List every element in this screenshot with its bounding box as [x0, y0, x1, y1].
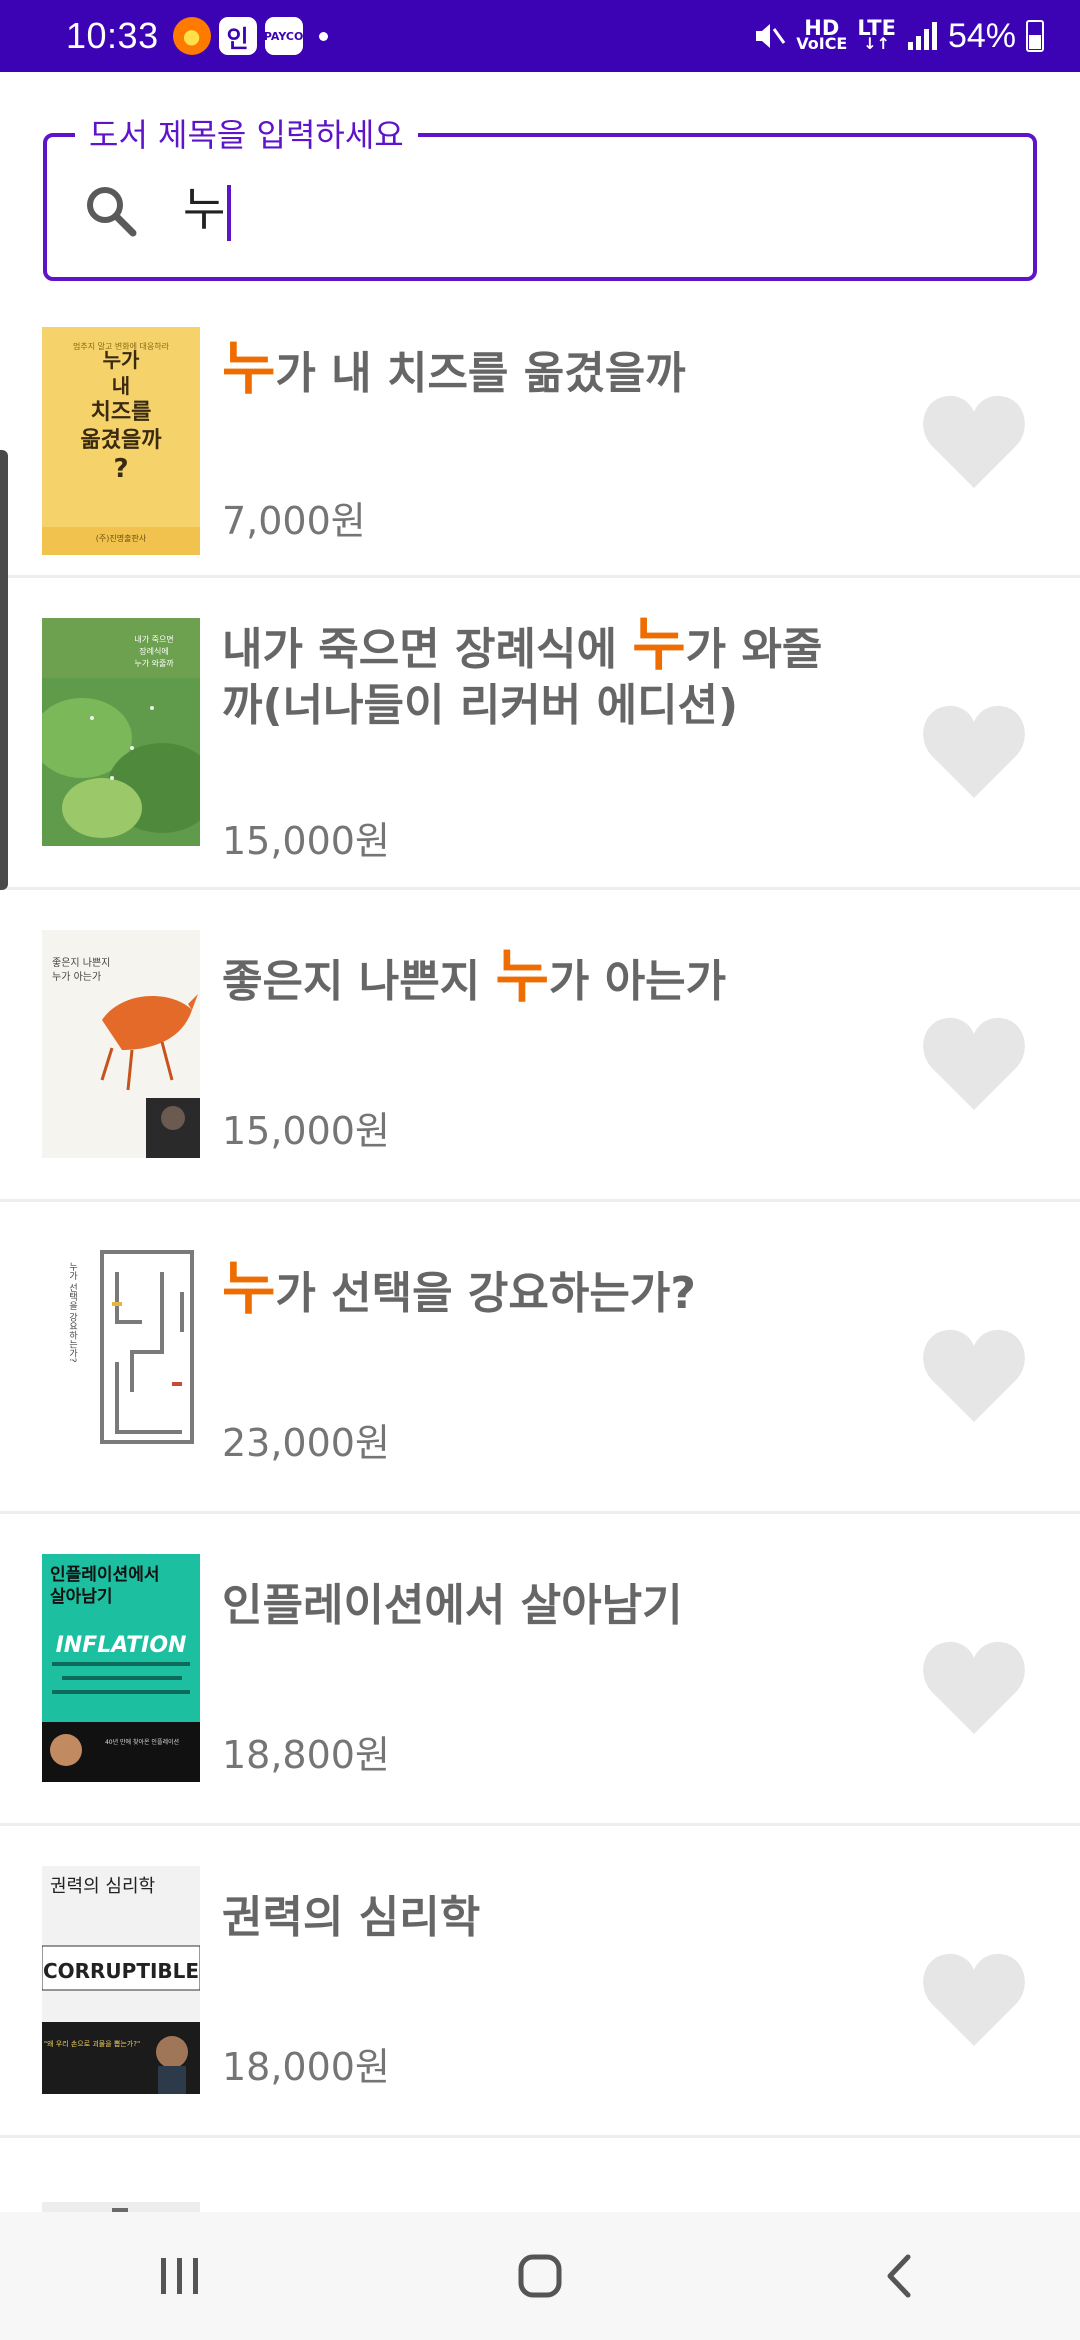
book-list: 멈추지 말고 변화에 대응하라 누가 내 치즈를 옮겼을까 ? (주)진명출판사… — [0, 310, 1080, 2258]
book-cover-art: 멈추지 말고 변화에 대응하라 누가 내 치즈를 옮겼을까 ? (주)진명출판사 — [42, 327, 200, 555]
book-title-highlight: 누 — [632, 610, 686, 678]
book-cover: 멈추지 말고 변화에 대응하라 누가 내 치즈를 옮겼을까 ? (주)진명출판사 — [42, 327, 200, 555]
edge-panel-handle[interactable] — [0, 450, 8, 890]
navigation-bar — [0, 2212, 1080, 2340]
book-title: 인플레이션에서 살아남기 — [222, 1572, 862, 1634]
search-icon — [87, 187, 137, 237]
book-price: 15,000원 — [222, 1109, 390, 1153]
book-title-text: 내가 죽으면 장례식에 — [222, 624, 633, 675]
status-indicators: HD VoICE LTE ↓↑ 54% — [752, 17, 1044, 56]
svg-text:내가 죽으면: 내가 죽으면 — [134, 634, 173, 644]
signal-icon — [907, 22, 937, 50]
book-title: 누가 내 치즈를 옮겼을까 — [222, 339, 862, 402]
svg-text:누가 와줄까: 누가 와줄까 — [134, 658, 174, 668]
svg-text:(주)진명출판사: (주)진명출판사 — [96, 533, 147, 543]
book-title-text: 인플레이션에서 살아남기 — [222, 1580, 683, 1631]
payco-app-icon: PAYCO — [264, 17, 303, 55]
svg-text:"왜 우리 손으로 괴물을 뽑는가?": "왜 우리 손으로 괴물을 뽑는가?" — [44, 2039, 140, 2048]
book-list-item[interactable]: 멈추지 말고 변화에 대응하라 누가 내 치즈를 옮겼을까 ? (주)진명출판사… — [0, 310, 1080, 578]
book-cover-art: 누가 선택을 강요하는가? — [42, 1242, 200, 1470]
book-title-text: 권력의 심리학 — [222, 1892, 481, 1943]
book-title: 누가 선택을 강요하는가? — [222, 1259, 862, 1322]
heart-icon[interactable] — [918, 1326, 1030, 1426]
search-input-value: 누 — [183, 182, 226, 236]
back-button[interactable] — [855, 2231, 945, 2321]
svg-text:?: ? — [113, 454, 128, 484]
search-field[interactable]: 도서 제목을 입력하세요 누 — [43, 113, 1037, 281]
svg-text:누가 아는가: 누가 아는가 — [52, 971, 101, 983]
book-cover: 권력의 심리학 CORRUPTIBLE "왜 우리 손으로 괴물을 뽑는가?" — [42, 1866, 200, 2094]
inn-app-icon: 인 — [218, 17, 257, 55]
search-input[interactable]: 누 — [183, 177, 232, 241]
book-price: 15,000원 — [222, 819, 390, 863]
book-title-text: 가 아는가 — [548, 956, 727, 1007]
back-icon — [887, 2254, 911, 2298]
recents-button[interactable] — [135, 2231, 225, 2321]
book-cover: 인플레이션에서 살아남기 INFLATION 40년 만에 찾아온 인플레이션 — [42, 1554, 200, 1782]
hd-voice-indicator: HD VoICE — [796, 18, 848, 53]
lte-indicator: LTE ↓↑ — [857, 18, 896, 53]
book-cover-art: 내가 죽으면 장례식에 누가 와줄까 — [42, 618, 200, 846]
svg-text:내: 내 — [112, 374, 130, 398]
status-time: 10:33 — [66, 15, 159, 56]
heart-icon[interactable] — [918, 1014, 1030, 1114]
notification-app-icon: ● — [172, 17, 211, 55]
book-title-text: 가 선택을 강요하는가? — [275, 1268, 696, 1319]
book-cover-art: 인플레이션에서 살아남기 INFLATION 40년 만에 찾아온 인플레이션 — [42, 1554, 200, 1782]
heart-icon[interactable] — [918, 1950, 1030, 2050]
heart-icon[interactable] — [918, 392, 1030, 492]
svg-text:장례식에: 장례식에 — [139, 646, 168, 656]
svg-text:좋은지 나쁜지: 좋은지 나쁜지 — [52, 957, 110, 969]
book-title-text: 좋은지 나쁜지 — [222, 956, 496, 1007]
recents-icon — [161, 2258, 198, 2294]
book-cover-art: 좋은지 나쁜지 누가 아는가 — [42, 930, 200, 1158]
book-title-highlight: 누 — [222, 334, 276, 402]
battery-icon — [1026, 20, 1044, 52]
text-caret — [227, 184, 232, 241]
book-title-text: 가 내 치즈를 옮겼을까 — [275, 348, 686, 399]
book-cover: 좋은지 나쁜지 누가 아는가 — [42, 930, 200, 1158]
book-title: 내가 죽으면 장례식에 누가 와줄까(너나들이 리커버 에디션) — [222, 615, 862, 734]
svg-text:40년 만에 찾아온 인플레이션: 40년 만에 찾아온 인플레이션 — [105, 1738, 179, 1746]
book-title-highlight: 누 — [495, 942, 549, 1010]
svg-text:누가: 누가 — [103, 348, 140, 372]
svg-text:옮겼을까: 옮겼을까 — [81, 428, 163, 453]
heart-icon[interactable] — [918, 1638, 1030, 1738]
book-cover-art: 권력의 심리학 CORRUPTIBLE "왜 우리 손으로 괴물을 뽑는가?" — [42, 1866, 200, 2094]
search-field-label: 도서 제목을 입력하세요 — [75, 113, 418, 157]
book-price: 7,000원 — [222, 499, 366, 543]
data-arrows-icon: ↓↑ — [863, 34, 891, 53]
more-notifications-dot — [318, 31, 328, 41]
status-app-icons: ● 인 PAYCO — [172, 17, 303, 55]
svg-text:치즈를: 치즈를 — [91, 400, 152, 425]
mute-icon — [756, 24, 786, 48]
book-list-item[interactable]: 좋은지 나쁜지 누가 아는가 좋은지 나쁜지 누가 아는가 15,000원 — [0, 890, 1080, 1202]
svg-text:인플레이션에서: 인플레이션에서 — [50, 1565, 159, 1585]
book-cover: 내가 죽으면 장례식에 누가 와줄까 — [42, 618, 200, 846]
svg-text:살아남기: 살아남기 — [50, 1587, 113, 1607]
book-title-highlight: 누 — [222, 1254, 276, 1322]
svg-text:권력의 심리학: 권력의 심리학 — [50, 1876, 155, 1897]
home-icon — [518, 2254, 562, 2298]
book-list-item[interactable]: 내가 죽으면 장례식에 누가 와줄까 내가 죽으면 장례식에 누가 와줄까(너나… — [0, 578, 1080, 890]
book-title: 좋은지 나쁜지 누가 아는가 — [222, 947, 862, 1010]
status-bar: 10:33 ● 인 PAYCO HD VoICE LTE ↓↑ 54% — [0, 0, 1080, 72]
book-title: 권력의 심리학 — [222, 1884, 862, 1946]
book-list-item[interactable]: 권력의 심리학 CORRUPTIBLE "왜 우리 손으로 괴물을 뽑는가?" … — [0, 1826, 1080, 2138]
svg-text:INFLATION: INFLATION — [56, 1633, 187, 1658]
heart-icon[interactable] — [918, 702, 1030, 802]
battery-percentage: 54% — [947, 16, 1016, 55]
book-cover: 누가 선택을 강요하는가? — [42, 1242, 200, 1470]
home-button[interactable] — [495, 2231, 585, 2321]
book-list-item[interactable]: 인플레이션에서 살아남기 INFLATION 40년 만에 찾아온 인플레이션 … — [0, 1514, 1080, 1826]
book-price: 18,800원 — [222, 1733, 390, 1777]
book-price: 18,000원 — [222, 2045, 390, 2089]
svg-text:누가 선택을 강요하는가?: 누가 선택을 강요하는가? — [67, 1262, 77, 1363]
book-price: 23,000원 — [222, 1421, 390, 1465]
svg-text:CORRUPTIBLE: CORRUPTIBLE — [43, 1959, 199, 1983]
book-list-item[interactable]: 누가 선택을 강요하는가? 누가 선택을 강요하는가? 23,000원 — [0, 1202, 1080, 1514]
voice-label: VoICE — [796, 34, 848, 53]
